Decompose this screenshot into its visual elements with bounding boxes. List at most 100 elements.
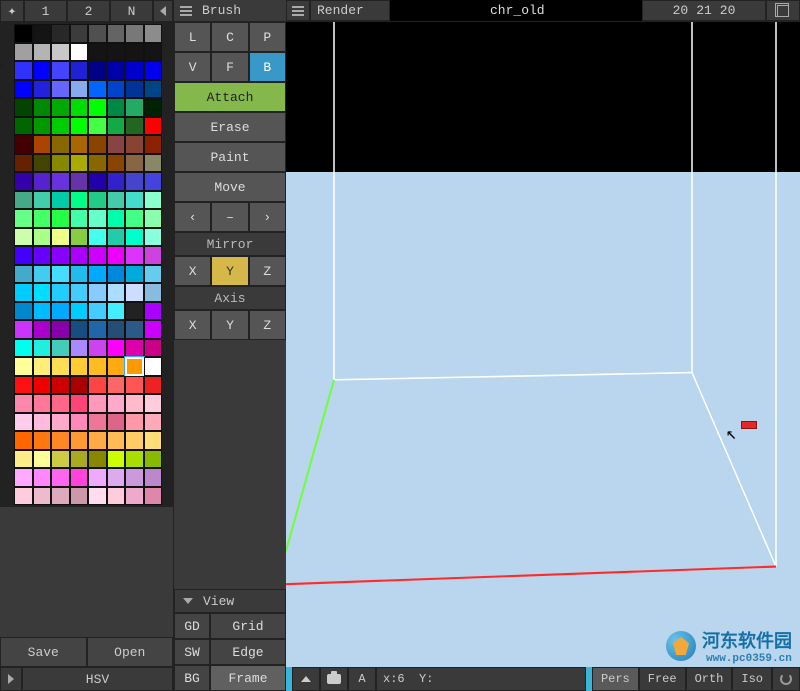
color-swatch[interactable] <box>125 302 144 321</box>
color-swatch[interactable] <box>33 172 52 191</box>
color-swatch[interactable] <box>14 283 33 302</box>
color-swatch[interactable] <box>107 80 126 99</box>
color-swatch[interactable] <box>33 302 52 321</box>
color-swatch[interactable] <box>14 80 33 99</box>
color-swatch[interactable] <box>33 61 52 80</box>
color-swatch[interactable] <box>125 135 144 154</box>
color-swatch[interactable] <box>14 191 33 210</box>
color-swatch[interactable] <box>88 246 107 265</box>
view-header[interactable]: View <box>174 589 286 613</box>
color-swatch[interactable] <box>70 302 89 321</box>
color-swatch[interactable] <box>51 283 70 302</box>
color-swatch[interactable] <box>51 61 70 80</box>
color-swatch[interactable] <box>51 265 70 284</box>
color-swatch[interactable] <box>88 265 107 284</box>
color-swatch[interactable] <box>125 228 144 247</box>
brush-v-button[interactable]: V <box>174 52 211 82</box>
color-swatch[interactable] <box>51 228 70 247</box>
color-swatch[interactable] <box>144 191 163 210</box>
color-swatch[interactable] <box>33 228 52 247</box>
color-swatch[interactable] <box>51 302 70 321</box>
color-swatch[interactable] <box>14 61 33 80</box>
color-swatch[interactable] <box>144 376 163 395</box>
color-swatch[interactable] <box>144 265 163 284</box>
palette-collapse-icon[interactable] <box>153 0 173 22</box>
color-swatch[interactable] <box>88 376 107 395</box>
paint-button[interactable]: Paint <box>174 142 286 172</box>
color-swatch[interactable] <box>88 43 107 62</box>
color-swatch[interactable] <box>107 191 126 210</box>
color-swatch[interactable] <box>88 24 107 43</box>
color-swatch[interactable] <box>51 246 70 265</box>
color-swatch[interactable] <box>125 43 144 62</box>
color-swatch[interactable] <box>33 117 52 136</box>
color-swatch[interactable] <box>88 450 107 469</box>
cam-free-button[interactable]: Free <box>639 667 686 691</box>
color-swatch[interactable] <box>51 413 70 432</box>
color-swatch[interactable] <box>14 339 33 358</box>
color-swatch[interactable] <box>144 24 163 43</box>
color-swatch[interactable] <box>14 320 33 339</box>
color-swatch[interactable] <box>107 376 126 395</box>
color-swatch[interactable] <box>144 43 163 62</box>
color-swatch[interactable] <box>107 320 126 339</box>
color-swatch[interactable] <box>70 487 89 506</box>
up-arrow-button[interactable] <box>292 667 320 691</box>
color-swatch[interactable] <box>70 135 89 154</box>
color-swatch[interactable] <box>70 320 89 339</box>
attach-button[interactable]: Attach <box>174 82 286 112</box>
color-swatch[interactable] <box>14 487 33 506</box>
color-swatch[interactable] <box>33 246 52 265</box>
color-swatch[interactable] <box>125 24 144 43</box>
brush-l-button[interactable]: L <box>174 22 211 52</box>
view-sw-short[interactable]: SW <box>174 639 210 665</box>
color-swatch[interactable] <box>88 209 107 228</box>
color-swatch[interactable] <box>88 487 107 506</box>
color-swatch[interactable] <box>70 431 89 450</box>
color-swatch[interactable] <box>107 172 126 191</box>
color-swatch[interactable] <box>125 283 144 302</box>
color-swatch[interactable] <box>107 246 126 265</box>
color-swatch[interactable] <box>125 98 144 117</box>
color-swatch[interactable] <box>125 413 144 432</box>
color-swatch[interactable] <box>33 135 52 154</box>
color-swatch[interactable] <box>70 98 89 117</box>
color-swatch[interactable] <box>144 450 163 469</box>
color-swatch[interactable] <box>70 154 89 173</box>
color-swatch[interactable] <box>125 80 144 99</box>
color-swatch[interactable] <box>33 209 52 228</box>
color-swatch[interactable] <box>144 228 163 247</box>
scene-dimensions[interactable]: 20 21 20 <box>642 0 766 21</box>
mirror-x-button[interactable]: X <box>174 256 211 286</box>
color-swatch[interactable] <box>70 191 89 210</box>
color-swatch[interactable] <box>144 80 163 99</box>
color-swatch[interactable] <box>144 246 163 265</box>
color-swatch[interactable] <box>51 209 70 228</box>
color-swatch[interactable] <box>14 394 33 413</box>
color-swatch[interactable] <box>88 302 107 321</box>
color-swatch[interactable] <box>33 394 52 413</box>
color-swatch[interactable] <box>144 302 163 321</box>
color-swatch[interactable] <box>33 283 52 302</box>
color-swatch[interactable] <box>125 339 144 358</box>
view-gd-short[interactable]: GD <box>174 613 210 639</box>
axis-y-button[interactable]: Y <box>211 310 248 340</box>
color-swatch[interactable] <box>14 117 33 136</box>
color-swatch[interactable] <box>88 320 107 339</box>
color-swatch[interactable] <box>70 43 89 62</box>
color-swatch[interactable] <box>107 283 126 302</box>
color-swatch[interactable] <box>144 209 163 228</box>
refresh-button[interactable] <box>772 667 800 691</box>
color-swatch[interactable] <box>33 191 52 210</box>
color-swatch[interactable] <box>33 339 52 358</box>
view-grid-button[interactable]: Grid <box>210 613 286 639</box>
color-swatch[interactable] <box>88 135 107 154</box>
color-swatch[interactable] <box>125 265 144 284</box>
color-swatch[interactable] <box>51 320 70 339</box>
color-swatch[interactable] <box>33 468 52 487</box>
color-swatch[interactable] <box>33 376 52 395</box>
camera-button[interactable] <box>320 667 348 691</box>
color-swatch[interactable] <box>33 450 52 469</box>
color-swatch[interactable] <box>88 191 107 210</box>
mirror-y-button[interactable]: Y <box>211 256 248 286</box>
